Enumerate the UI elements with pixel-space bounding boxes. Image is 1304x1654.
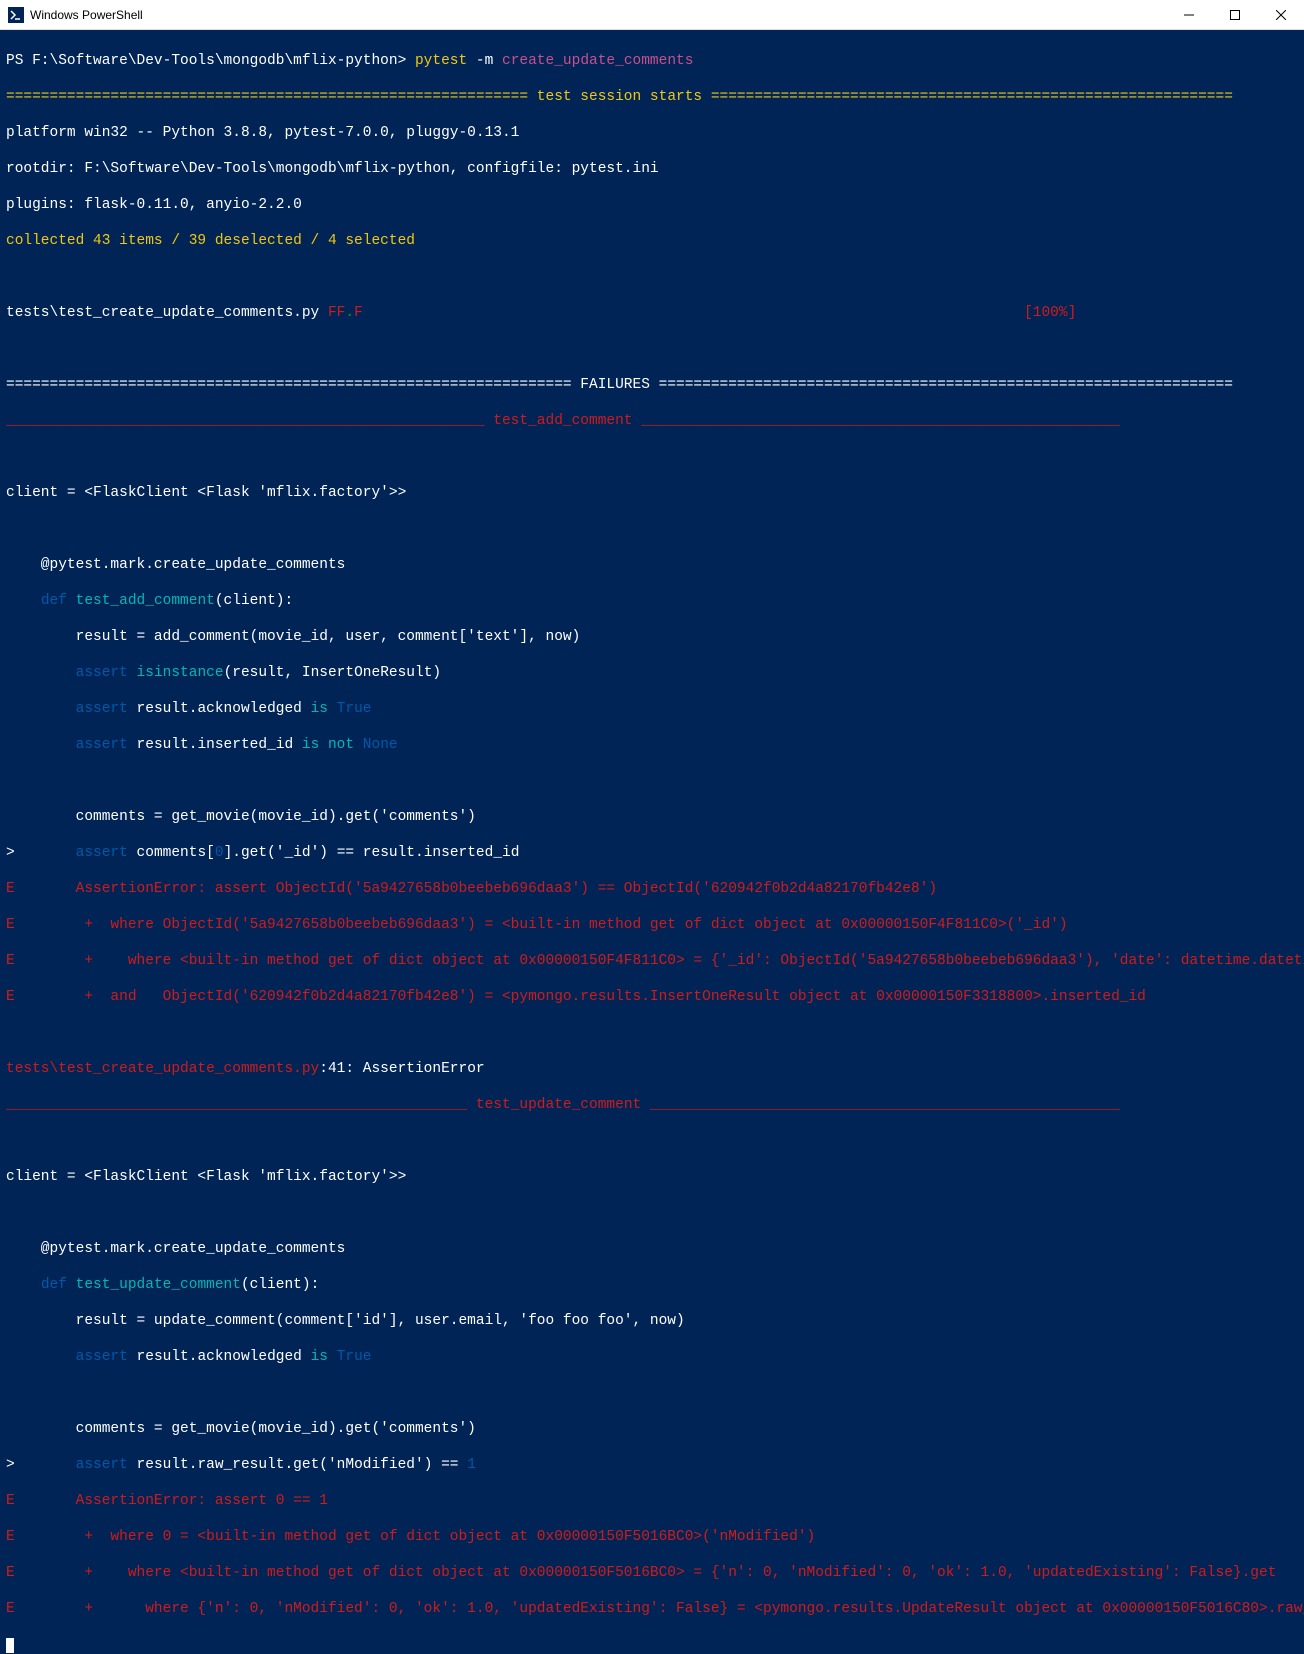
failures-header: ========================================… — [6, 376, 1298, 394]
test-progress: tests\test_create_update_comments.py FF.… — [6, 304, 1298, 322]
maximize-icon — [1230, 10, 1240, 20]
terminal-output[interactable]: PS F:\Software\Dev-Tools\mongodb\mflix-p… — [0, 30, 1304, 1654]
error-line: E + where <built-in method get of dict o… — [6, 952, 1298, 970]
client-fixture: client = <FlaskClient <Flask 'mflix.fact… — [6, 1168, 1298, 1186]
keyword-none: None — [363, 737, 398, 753]
code-line: assert isinstance(result, InsertOneResul… — [6, 664, 1298, 682]
code-line: > assert result.raw_result.get('nModifie… — [6, 1456, 1298, 1474]
keyword-assert: assert — [76, 737, 137, 753]
test-divider-2: ________________________________________… — [6, 1096, 1298, 1114]
session-header: ========================================… — [6, 88, 1298, 106]
error-line: E + where <built-in method get of dict o… — [6, 1564, 1298, 1582]
cmd-arg: create_update_comments — [502, 53, 693, 69]
minimize-button[interactable] — [1166, 0, 1212, 30]
window-controls — [1166, 0, 1304, 30]
window-titlebar: Windows PowerShell — [0, 0, 1304, 30]
client-fixture: client = <FlaskClient <Flask 'mflix.fact… — [6, 484, 1298, 502]
powershell-icon — [8, 7, 24, 23]
code-line: def test_add_comment(client): — [6, 592, 1298, 610]
code-line: assert result.acknowledged is True — [6, 700, 1298, 718]
literal-one: 1 — [467, 1457, 476, 1473]
code-line: comments = get_movie(movie_id).get('comm… — [6, 808, 1298, 826]
error-line: E AssertionError: assert ObjectId('5a942… — [6, 880, 1298, 898]
func-name: test_add_comment — [76, 593, 215, 609]
keyword-assert: assert — [76, 1349, 137, 1365]
keyword-assert: assert — [76, 665, 137, 681]
code-line: > assert comments[0].get('_id') == resul… — [6, 844, 1298, 862]
code-line: result = add_comment(movie_id, user, com… — [6, 628, 1298, 646]
rootdir-info: rootdir: F:\Software\Dev-Tools\mongodb\m… — [6, 160, 1298, 178]
code-line: comments = get_movie(movie_id).get('comm… — [6, 1420, 1298, 1438]
keyword-def: def — [41, 1277, 76, 1293]
keyword-def: def — [41, 593, 76, 609]
minimize-icon — [1184, 10, 1194, 20]
cmd-flag: -m — [476, 53, 502, 69]
code-line: @pytest.mark.create_update_comments — [6, 556, 1298, 574]
fail-marks: FF — [328, 305, 345, 321]
keyword-is: is — [311, 701, 337, 717]
cmd-name: pytest — [415, 53, 476, 69]
keyword-true: True — [337, 1349, 372, 1365]
keyword-assert: assert — [76, 1457, 137, 1473]
keyword-is-not: is not — [302, 737, 363, 753]
keyword-true: True — [337, 701, 372, 717]
keyword-assert: assert — [76, 701, 137, 717]
window-title: Windows PowerShell — [30, 8, 1166, 22]
fail-mark: F — [354, 305, 363, 321]
keyword-is: is — [311, 1349, 337, 1365]
progress-pct: [100%] — [1024, 305, 1076, 321]
error-line: E AssertionError: assert 0 == 1 — [6, 1492, 1298, 1510]
cursor — [6, 1638, 14, 1653]
code-line: def test_update_comment(client): — [6, 1276, 1298, 1294]
maximize-button[interactable] — [1212, 0, 1258, 30]
platform-info: platform win32 -- Python 3.8.8, pytest-7… — [6, 124, 1298, 142]
code-line: assert result.acknowledged is True — [6, 1348, 1298, 1366]
prompt-line: PS F:\Software\Dev-Tools\mongodb\mflix-p… — [6, 52, 1298, 70]
collected-info: collected 43 items / 39 deselected / 4 s… — [6, 232, 1298, 250]
test-file: tests\test_create_update_comments.py — [6, 305, 328, 321]
error-line: E + where ObjectId('5a9427658b0beebeb696… — [6, 916, 1298, 934]
code-line: result = update_comment(comment['id'], u… — [6, 1312, 1298, 1330]
builtin: isinstance — [137, 665, 224, 681]
func-name: test_update_comment — [76, 1277, 241, 1293]
code-line: assert result.inserted_id is not None — [6, 736, 1298, 754]
error-line: E + where {'n': 0, 'nModified': 0, 'ok':… — [6, 1600, 1298, 1618]
close-icon — [1276, 10, 1286, 20]
plugins-info: plugins: flask-0.11.0, anyio-2.2.0 — [6, 196, 1298, 214]
pass-mark: . — [345, 305, 354, 321]
test-divider-1: ________________________________________… — [6, 412, 1298, 430]
error-line: E + and ObjectId('620942f0b2d4a82170fb42… — [6, 988, 1298, 1006]
code-line: @pytest.mark.create_update_comments — [6, 1240, 1298, 1258]
error-location: tests\test_create_update_comments.py:41:… — [6, 1060, 1298, 1078]
prompt-prefix: PS F:\Software\Dev-Tools\mongodb\mflix-p… — [6, 53, 415, 69]
error-line: E + where 0 = <built-in method get of di… — [6, 1528, 1298, 1546]
close-button[interactable] — [1258, 0, 1304, 30]
